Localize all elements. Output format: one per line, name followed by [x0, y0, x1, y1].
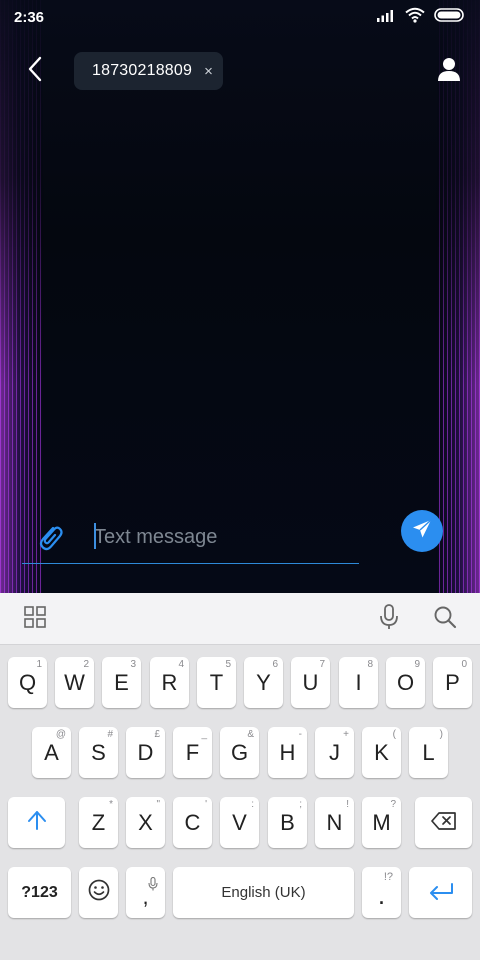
attach-button[interactable] [36, 522, 66, 552]
key-d[interactable]: £ D [126, 727, 165, 778]
keyboard-toolbar [0, 593, 480, 645]
recipient-number: 18730218809 [92, 62, 193, 79]
key-w[interactable]: 2 W [55, 657, 94, 708]
symbols-key[interactable]: ?123 [8, 867, 71, 918]
emoji-key[interactable] [79, 867, 118, 918]
enter-key[interactable] [409, 867, 472, 918]
microphone-icon [379, 603, 399, 635]
key-u[interactable]: 7 U [291, 657, 330, 708]
key-a[interactable]: @ A [32, 727, 71, 778]
shift-key[interactable] [8, 797, 65, 848]
send-paper-plane-icon [411, 518, 433, 545]
backspace-icon [430, 810, 457, 836]
message-input-container [22, 508, 359, 564]
battery-icon [434, 7, 466, 28]
emoji-icon [88, 879, 110, 907]
paperclip-icon [36, 526, 64, 556]
contact-person-icon [438, 57, 460, 86]
space-key[interactable]: English (UK) [173, 867, 354, 918]
key-h[interactable]: - H [268, 727, 307, 778]
status-time: 2:36 [14, 8, 45, 26]
comma-mic-icon [148, 871, 158, 897]
search-icon [433, 605, 457, 634]
key-g[interactable]: & G [220, 727, 259, 778]
key-m[interactable]: ? M [362, 797, 401, 848]
key-z[interactable]: * Z [79, 797, 118, 848]
voice-input-button[interactable] [375, 603, 403, 635]
key-n[interactable]: ! N [315, 797, 354, 848]
status-icons [376, 7, 466, 28]
messaging-screen: 2:36 18730218809 × Text message 1 Q 2 W … [0, 0, 480, 960]
compose-bar [0, 508, 480, 568]
back-arrow-icon [27, 56, 43, 87]
remove-recipient-button[interactable]: × [204, 63, 213, 80]
back-button[interactable] [20, 54, 50, 88]
shift-arrow-icon [26, 810, 48, 836]
keyboard-search-button[interactable] [431, 605, 459, 633]
grid-menu-icon [24, 605, 46, 633]
key-q[interactable]: 1 Q [8, 657, 47, 708]
key-l[interactable]: ) L [409, 727, 448, 778]
key-e[interactable]: 3 E [102, 657, 141, 708]
conversation-header: 18730218809 × [0, 50, 480, 92]
key-i[interactable]: 8 I [339, 657, 378, 708]
soft-keyboard: 1 Q 2 W 3 E 4 R 5 T 6 Y 7 U 8 I 9 O 0 P … [0, 593, 480, 960]
key-y[interactable]: 6 Y [244, 657, 283, 708]
key-t[interactable]: 5 T [197, 657, 236, 708]
key-o[interactable]: 9 O [386, 657, 425, 708]
key-v[interactable]: : V [220, 797, 259, 848]
enter-arrow-icon [428, 880, 454, 906]
period-key[interactable]: !? . [362, 867, 401, 918]
key-b[interactable]: ; B [268, 797, 307, 848]
key-x[interactable]: " X [126, 797, 165, 848]
status-bar: 2:36 [0, 0, 480, 34]
send-button[interactable] [401, 510, 443, 552]
keyboard-menu-button[interactable] [21, 605, 49, 633]
signal-icon [376, 8, 396, 27]
comma-key[interactable]: , [126, 867, 165, 918]
wifi-icon [405, 7, 425, 28]
backspace-key[interactable] [415, 797, 472, 848]
key-j[interactable]: + J [315, 727, 354, 778]
key-k[interactable]: ( K [362, 727, 401, 778]
key-p[interactable]: 0 P [433, 657, 472, 708]
key-s[interactable]: # S [79, 727, 118, 778]
text-cursor [94, 523, 96, 549]
recipient-chip[interactable]: 18730218809 × [74, 52, 223, 90]
key-c[interactable]: ' C [173, 797, 212, 848]
message-input[interactable] [94, 522, 344, 552]
contact-button[interactable] [434, 56, 464, 86]
key-f[interactable]: _ F [173, 727, 212, 778]
key-r[interactable]: 4 R [150, 657, 189, 708]
